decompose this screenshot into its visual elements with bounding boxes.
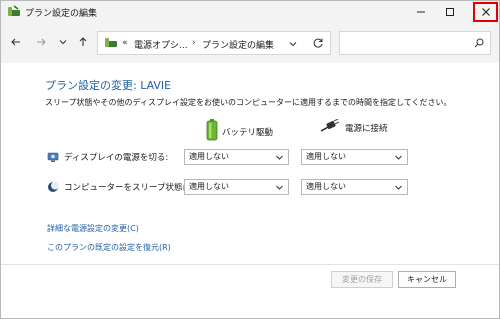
search-box[interactable]	[339, 31, 491, 55]
display-off-plugged-select[interactable]: 適用しない	[301, 149, 408, 165]
window-title: プラン設定の編集	[25, 9, 98, 19]
close-icon	[481, 8, 490, 16]
maximize-button[interactable]	[437, 1, 463, 23]
breadcrumb-power-options[interactable]: 電源オプシ...	[134, 38, 188, 51]
recent-locations-button[interactable]	[56, 35, 70, 49]
display-off-battery-value: 適用しない	[189, 152, 229, 161]
battery-column-label: バッテリ駆動	[222, 127, 274, 138]
display-off-row: ディスプレイの電源を切る:	[47, 151, 168, 163]
maximize-icon	[446, 8, 454, 16]
title-bar: プラン設定の編集	[1, 1, 499, 23]
restore-defaults-link[interactable]: このプランの既定の設定を復元(R)	[47, 242, 171, 253]
breadcrumb-overflow[interactable]: «	[122, 38, 128, 48]
footer-divider	[1, 264, 499, 265]
power-options-icon	[104, 36, 118, 50]
cancel-button[interactable]: キャンセル	[398, 271, 456, 288]
display-off-label: ディスプレイの電源を切る:	[64, 153, 169, 163]
refresh-icon	[313, 38, 323, 48]
arrow-right-icon	[37, 38, 46, 46]
chevron-down-icon	[394, 183, 403, 197]
minimize-button[interactable]	[408, 1, 434, 23]
advanced-power-settings-link[interactable]: 詳細な電源設定の変更(C)	[47, 223, 139, 234]
page-title: プラン設定の変更: LAVIE	[45, 79, 172, 92]
chevron-down-icon	[59, 40, 67, 45]
page-description: スリープ状態やその他のディスプレイ設定をお使いのコンピューターに適用するまでの時…	[45, 98, 452, 107]
save-changes-button[interactable]: 変更の保存	[331, 271, 393, 288]
display-icon	[47, 151, 59, 163]
close-button[interactable]	[473, 2, 498, 22]
sleep-plugged-value: 適用しない	[306, 182, 346, 191]
navigation-bar: « 電源オプシ... › プラン設定の編集	[1, 23, 499, 63]
display-off-battery-select[interactable]: 適用しない	[184, 149, 289, 165]
address-dropdown-button[interactable]	[288, 39, 298, 52]
power-plug-icon	[319, 118, 341, 136]
arrow-left-icon	[11, 38, 20, 46]
sleep-moon-icon	[47, 181, 59, 193]
back-button[interactable]	[9, 35, 23, 49]
plugged-in-column-header: 電源に接続	[319, 118, 388, 136]
arrow-up-icon	[79, 37, 87, 46]
plugged-in-column-label: 電源に接続	[345, 123, 388, 134]
sleep-plugged-select[interactable]: 適用しない	[301, 179, 408, 195]
chevron-down-icon	[275, 183, 284, 197]
battery-column-header: バッテリ駆動	[206, 119, 273, 144]
power-options-app-icon	[7, 5, 21, 19]
breadcrumb-separator: ›	[192, 38, 196, 48]
forward-button[interactable]	[34, 35, 48, 49]
breadcrumb-edit-plan[interactable]: プラン設定の編集	[202, 38, 274, 51]
refresh-button[interactable]	[312, 37, 324, 52]
display-off-plugged-value: 適用しない	[306, 152, 346, 161]
chevron-down-icon	[289, 42, 297, 47]
address-bar[interactable]: « 電源オプシ... › プラン設定の編集	[97, 31, 331, 55]
sleep-battery-value: 適用しない	[189, 182, 229, 191]
chevron-down-icon	[275, 153, 284, 167]
search-icon	[474, 38, 484, 51]
sleep-battery-select[interactable]: 適用しない	[184, 179, 289, 195]
minimize-icon	[417, 11, 425, 13]
up-button[interactable]	[76, 35, 90, 49]
battery-icon	[206, 119, 218, 144]
edit-plan-window: プラン設定の編集 « 電源オプシ... › プラン設定の編集 プラン設定の変更:…	[0, 0, 500, 319]
chevron-down-icon	[394, 153, 403, 167]
